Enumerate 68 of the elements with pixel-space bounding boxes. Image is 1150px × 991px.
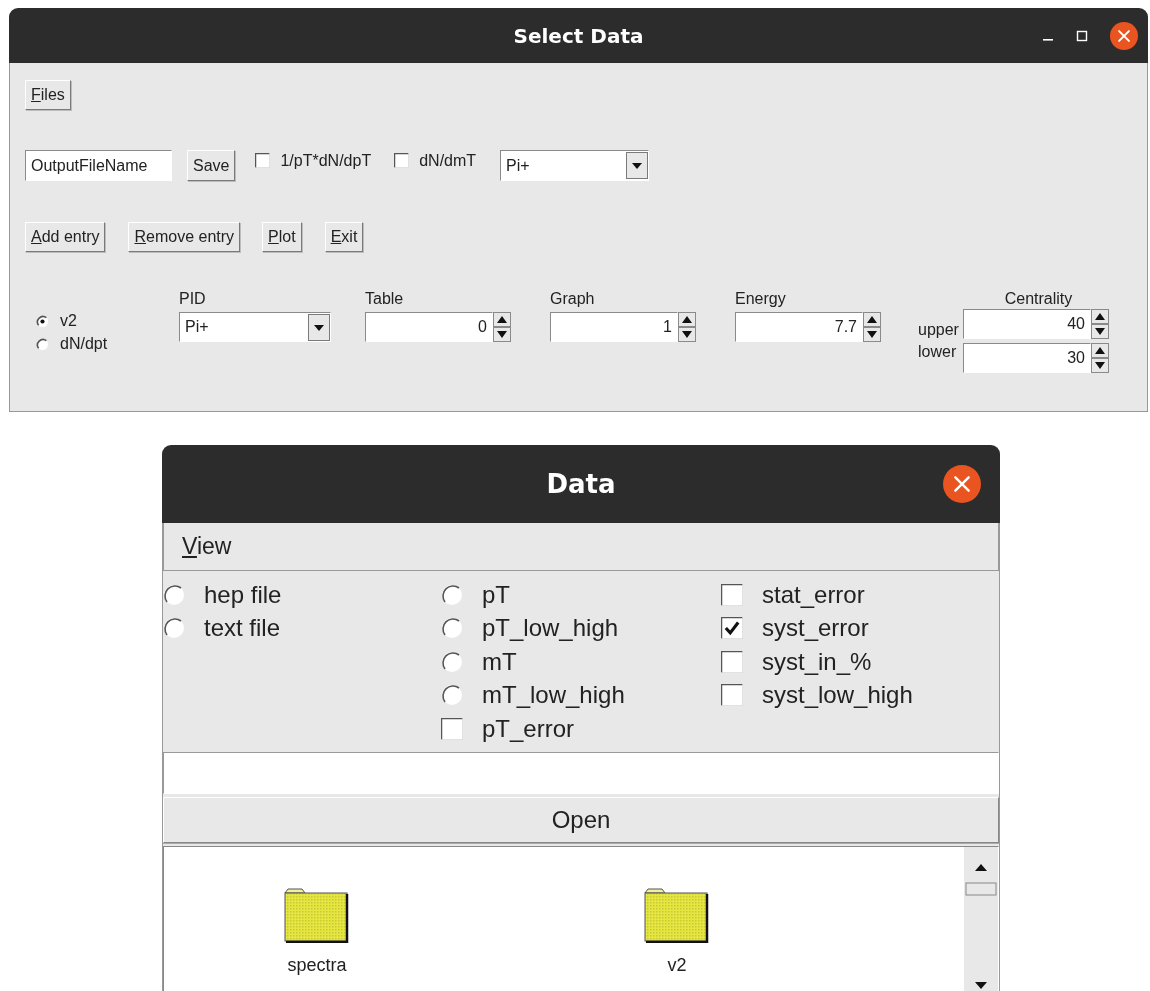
action-button[interactable]: Exit (324, 222, 364, 252)
menu-item[interactable]: View (182, 533, 232, 560)
option-label: pT_low_high (482, 614, 619, 643)
option-label: hep file (204, 580, 282, 609)
checkbox[interactable] (721, 617, 743, 640)
field-label: Centrality (1004, 290, 1073, 308)
checkbox[interactable] (255, 153, 271, 168)
number-field[interactable]: 7.7 (735, 312, 863, 342)
option-label: mT (482, 647, 517, 676)
action-button[interactable]: Remove entry (128, 222, 241, 252)
radio-button[interactable] (36, 314, 49, 328)
radio-button[interactable] (441, 583, 463, 606)
checkbox[interactable] (721, 583, 743, 606)
number-field[interactable]: 0 (365, 312, 493, 342)
number-field[interactable]: 40 (962, 309, 1091, 339)
checkbox-label: 1/pT*dN/dpT (280, 151, 372, 170)
folder-icon (284, 887, 350, 943)
checkbox[interactable] (394, 153, 410, 168)
action-button[interactable]: Add entry (25, 222, 106, 252)
radio-button[interactable] (163, 617, 185, 640)
field-label: Energy (735, 290, 787, 308)
option-label: syst_low_high (762, 681, 913, 710)
radio-button[interactable] (163, 583, 185, 606)
checkbox-label: dN/dmT (419, 151, 477, 170)
maximize-icon[interactable] (1076, 29, 1088, 42)
radio-button[interactable] (441, 684, 463, 707)
option-label: stat_error (762, 580, 865, 609)
spin-arrows-icon[interactable] (1090, 343, 1109, 373)
radio-button[interactable] (441, 617, 463, 640)
radio-label: v2 (60, 312, 77, 330)
field-label: Table (365, 290, 405, 308)
spin-arrows-icon[interactable] (1090, 309, 1109, 339)
close-icon[interactable] (1110, 21, 1138, 50)
folder-item[interactable]: spectra (284, 887, 350, 976)
radio-button[interactable] (441, 650, 463, 673)
option-label: text file (204, 614, 281, 643)
pid-dropdown[interactable]: Pi+ (179, 312, 331, 342)
option-label: pT (482, 580, 510, 609)
save-button[interactable]: Save (187, 150, 236, 181)
spin-arrows-icon[interactable] (493, 312, 511, 342)
field-label: lower (918, 343, 958, 361)
filename-field[interactable]: OutputFileName (25, 150, 172, 181)
number-field[interactable]: 1 (550, 312, 678, 342)
open-button[interactable]: Open (163, 797, 999, 843)
checkbox[interactable] (441, 717, 463, 740)
checkbox[interactable] (721, 684, 743, 707)
files-button[interactable]: Files (25, 80, 71, 110)
folder-item[interactable]: v2 (644, 887, 710, 976)
spin-arrows-icon[interactable] (863, 312, 881, 342)
action-button[interactable]: Plot (262, 222, 302, 252)
option-label: pT_error (482, 714, 575, 743)
number-field[interactable]: 30 (962, 343, 1091, 373)
particle-dropdown[interactable]: Pi+ (500, 150, 650, 181)
radio-label: dN/dpt (60, 335, 108, 353)
window-title: Data (546, 469, 616, 499)
path-field[interactable] (163, 752, 999, 794)
radio-button[interactable] (36, 337, 49, 351)
field-label: PID (179, 290, 207, 308)
option-label: mT_low_high (482, 681, 625, 710)
close-icon[interactable] (943, 465, 981, 503)
field-label: upper (918, 321, 959, 339)
window-title: Select Data (513, 23, 644, 48)
checkbox[interactable] (721, 650, 743, 673)
spin-arrows-icon[interactable] (678, 312, 696, 342)
field-label: Graph (550, 290, 596, 308)
option-label: syst_in_% (762, 647, 872, 676)
option-label: syst_error (762, 614, 869, 643)
folder-icon (644, 887, 710, 943)
